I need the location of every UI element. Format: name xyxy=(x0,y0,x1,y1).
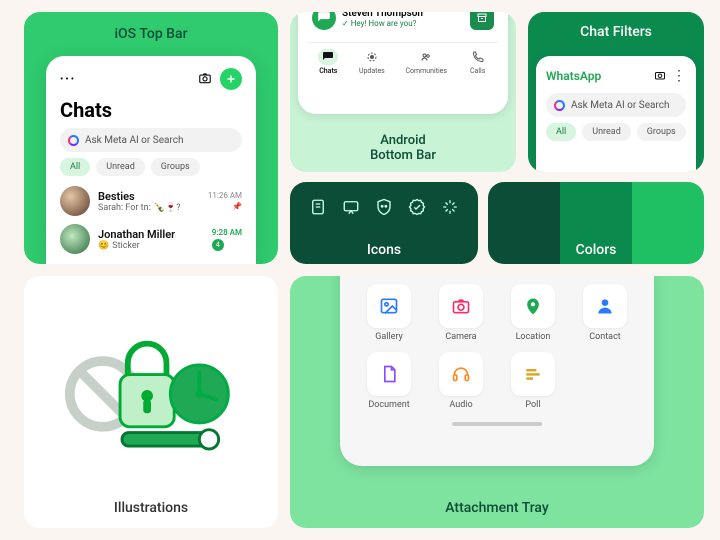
page-icon xyxy=(309,198,327,220)
page-title: Chats xyxy=(60,90,242,128)
chat-time: 9:28 AM xyxy=(212,228,242,237)
attach-item-location[interactable]: Location xyxy=(504,284,562,342)
tile-chat-filters: Chat Filters WhatsApp ⋮ Ask Meta AI or S… xyxy=(528,12,704,172)
attach-label: Gallery xyxy=(375,332,403,342)
tile-illustrations: Illustrations xyxy=(24,276,278,528)
camera-icon[interactable] xyxy=(654,66,666,85)
verified-badge-icon xyxy=(408,198,426,220)
chip-all[interactable]: All xyxy=(546,123,576,141)
tab-calls[interactable]: Calls xyxy=(468,49,488,75)
filters-phone-frame: WhatsApp ⋮ Ask Meta AI or Search All Unr… xyxy=(536,56,696,172)
attach-item-document[interactable]: Document xyxy=(360,352,418,410)
poll-icon xyxy=(511,352,555,396)
archive-button[interactable] xyxy=(470,12,494,30)
tile-ios-top-bar: iOS Top Bar ••• Chats Ask Meta AI or Sea… xyxy=(24,12,278,264)
attach-item-poll[interactable]: Poll xyxy=(504,352,562,410)
kebab-menu-icon[interactable]: ⋮ xyxy=(672,71,686,81)
filter-chips: All Unread Groups xyxy=(546,117,686,147)
attach-item-camera[interactable]: Camera xyxy=(432,284,490,342)
attach-label: Camera xyxy=(445,332,476,342)
tile-label-ios: iOS Top Bar xyxy=(114,26,187,42)
ios-phone-frame: ••• Chats Ask Meta AI or Search All Unre… xyxy=(46,56,256,264)
tile-label-android: Android Bottom Bar xyxy=(370,133,436,164)
attach-label: Location xyxy=(516,332,551,342)
chip-unread[interactable]: Unread xyxy=(96,158,145,176)
chat-name: Steven Thompson xyxy=(342,12,464,19)
tile-label-colors: Colors xyxy=(576,242,617,258)
search-input[interactable]: Ask Meta AI or Search xyxy=(60,128,242,152)
search-placeholder: Ask Meta AI or Search xyxy=(571,100,669,111)
location-icon xyxy=(511,284,555,328)
gallery-icon xyxy=(367,284,411,328)
color-swatch-1 xyxy=(488,182,560,264)
tab-updates[interactable]: Updates xyxy=(359,49,385,75)
contact-icon xyxy=(583,284,627,328)
attach-label: Document xyxy=(368,400,409,410)
avatar xyxy=(312,12,336,30)
new-chat-button[interactable] xyxy=(220,68,242,90)
tile-label-filters: Chat Filters xyxy=(580,24,652,40)
search-placeholder: Ask Meta AI or Search xyxy=(85,135,183,146)
camera-icon[interactable] xyxy=(198,70,212,89)
attachment-sheet: Gallery Camera Location Contact Document Audi… xyxy=(340,276,654,466)
updates-icon xyxy=(362,49,382,65)
tile-label-illustrations: Illustrations xyxy=(114,500,188,516)
chat-name: Besties xyxy=(98,190,200,203)
chats-icon xyxy=(318,49,338,65)
tile-colors: Colors xyxy=(488,182,704,264)
tile-android-bottom-bar: Steven Thompson ✓ Hey! How are you? Chat… xyxy=(290,12,516,172)
chat-preview: 😊 Sticker xyxy=(98,241,204,251)
android-phone-frame: Steven Thompson ✓ Hey! How are you? Chat… xyxy=(298,12,508,114)
chat-preview: ✓ Hey! How are you? xyxy=(342,19,464,28)
tile-attachment-tray: Gallery Camera Location Contact Document Audi… xyxy=(290,276,704,528)
audio-icon xyxy=(439,352,483,396)
chip-groups[interactable]: Groups xyxy=(637,123,686,141)
meta-ai-icon xyxy=(68,135,79,146)
tab-chats[interactable]: Chats xyxy=(318,49,338,75)
camera-icon xyxy=(439,284,483,328)
pinned-icon: 📌 xyxy=(208,202,242,211)
filter-chips: All Unread Groups xyxy=(60,152,242,182)
chip-all[interactable]: All xyxy=(60,158,90,176)
attach-label: Audio xyxy=(449,400,472,410)
search-input[interactable]: Ask Meta AI or Search xyxy=(546,93,686,117)
more-menu-icon[interactable]: ••• xyxy=(60,74,76,85)
color-swatch-3 xyxy=(632,182,704,264)
tile-label-icons: Icons xyxy=(367,242,401,258)
security-illustration xyxy=(64,316,238,466)
chat-row[interactable]: Jonathan Miller 😊 Sticker 9:28 AM 4 xyxy=(60,220,242,258)
chat-row[interactable]: Besties Sarah: For tn: 🍾🍷? 11:26 AM 📌 xyxy=(60,182,242,220)
meta-ai-icon xyxy=(554,100,565,111)
communities-icon xyxy=(416,49,436,65)
app-brand: WhatsApp xyxy=(546,69,601,83)
tab-communities[interactable]: Communities xyxy=(405,49,447,75)
chip-unread[interactable]: Unread xyxy=(582,123,631,141)
home-indicator xyxy=(452,422,542,426)
attach-label: Poll xyxy=(525,400,540,410)
shield-face-icon xyxy=(375,198,393,220)
attach-item-audio[interactable]: Audio xyxy=(432,352,490,410)
sticker-icon: 😊 xyxy=(98,241,109,251)
chat-name: Jonathan Miller xyxy=(98,228,204,241)
chip-groups[interactable]: Groups xyxy=(151,158,200,176)
tile-icons: Icons xyxy=(290,182,478,264)
attach-item-gallery[interactable]: Gallery xyxy=(360,284,418,342)
tile-label-attach: Attachment Tray xyxy=(445,500,548,516)
attach-label: Contact xyxy=(589,332,620,342)
avatar xyxy=(60,224,90,254)
avatar xyxy=(60,186,90,216)
sparkle-icon xyxy=(441,198,459,220)
bottom-tab-bar: Chats Updates Communities Calls xyxy=(308,42,498,75)
document-icon xyxy=(367,352,411,396)
unread-badge: 4 xyxy=(212,239,224,251)
calls-icon xyxy=(468,49,488,65)
chat-popup-icon xyxy=(342,198,360,220)
chat-time: 11:26 AM xyxy=(208,191,242,200)
attach-item-contact[interactable]: Contact xyxy=(576,284,634,342)
chat-preview: Sarah: For tn: 🍾🍷? xyxy=(98,203,200,213)
